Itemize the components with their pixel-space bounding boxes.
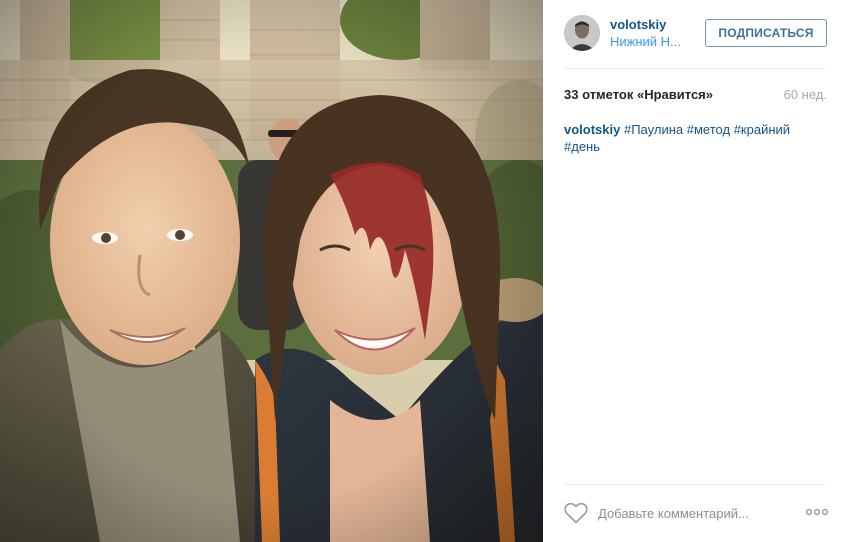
username-link[interactable]: volotskiy xyxy=(610,17,666,32)
hashtag-link[interactable]: #Паулина xyxy=(624,122,683,137)
hashtag-link[interactable]: #метод xyxy=(687,122,730,137)
post-header: volotskiy Нижний Н... ПОДПИСАТЬСЯ xyxy=(543,0,847,68)
post-side-panel: volotskiy Нижний Н... ПОДПИСАТЬСЯ 33 отм… xyxy=(543,0,847,542)
post-caption: volotskiy #Паулина #метод #крайний #день xyxy=(564,121,827,155)
location-link[interactable]: Нижний Н... xyxy=(610,34,690,49)
caption-username-link[interactable]: volotskiy xyxy=(564,122,620,137)
more-options-icon[interactable] xyxy=(805,507,829,517)
post-stats: 33 отметок «Нравится» 60 нед. xyxy=(564,86,827,104)
post-age[interactable]: 60 нед. xyxy=(784,87,827,102)
heart-icon[interactable] xyxy=(564,502,588,524)
selfie-photo-illustration xyxy=(0,0,543,542)
hashtag-link[interactable]: #крайний xyxy=(734,122,790,137)
comment-input[interactable] xyxy=(598,502,798,524)
avatar-icon xyxy=(564,15,600,51)
post-photo[interactable] xyxy=(0,0,543,542)
hashtag-link[interactable]: #день xyxy=(564,139,600,154)
follow-button[interactable]: ПОДПИСАТЬСЯ xyxy=(705,19,827,47)
header-divider xyxy=(564,68,827,69)
post-footer xyxy=(543,484,847,542)
user-avatar[interactable] xyxy=(564,15,600,51)
likes-count[interactable]: 33 отметок «Нравится» xyxy=(564,87,713,102)
